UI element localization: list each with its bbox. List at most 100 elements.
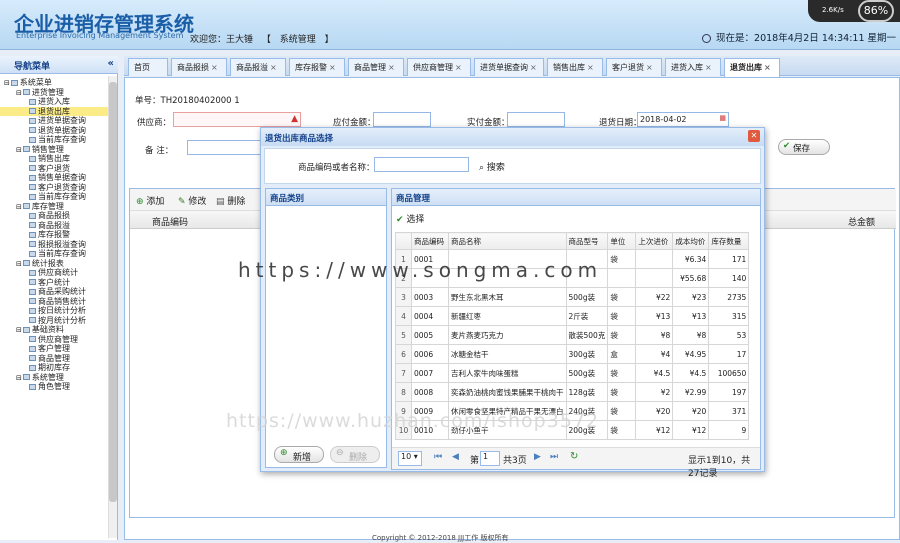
table-row[interactable]: 4 0004 新疆红枣 2斤装袋 ¥13 ¥13 315 xyxy=(395,306,750,326)
sidebar-item[interactable]: 退货单据查询 xyxy=(0,126,112,136)
sidebar-item[interactable]: 当前库存查询 xyxy=(0,135,112,145)
column-header[interactable]: 商品编码 xyxy=(411,232,449,250)
prev-page-icon[interactable]: ◀ xyxy=(452,452,459,462)
sidebar-item[interactable]: 供应商统计 xyxy=(0,268,112,278)
tab[interactable]: 商品管理 × xyxy=(348,58,404,76)
column-header[interactable]: 商品名称 xyxy=(448,232,567,250)
column-header[interactable]: 商品型号 xyxy=(565,232,609,250)
sidebar-item[interactable]: 库存报警 xyxy=(0,230,112,240)
tab[interactable]: 进货入库 × xyxy=(665,58,721,76)
remark-input[interactable] xyxy=(187,140,267,155)
table-row[interactable]: 7 0007 吉利人家牛肉味蛋糕 500g装袋 ¥4.5 ¥4.5 100650 xyxy=(395,363,750,383)
sidebar-item[interactable]: 按日统计分析 xyxy=(0,306,112,316)
column-header[interactable]: 库存数量 xyxy=(708,232,750,250)
sidebar-item[interactable]: 按月统计分析 xyxy=(0,316,112,326)
tab[interactable]: 进货单据查询 × xyxy=(474,58,544,76)
calendar-icon[interactable]: ▦ xyxy=(719,114,726,122)
expand-icon[interactable]: ⊟ xyxy=(16,203,22,211)
sidebar-item[interactable]: 进货入库 xyxy=(0,97,112,107)
date-input[interactable]: 2018-04-02 ▦ xyxy=(637,112,729,127)
sidebar-item[interactable]: ⊟ 基础资料 xyxy=(0,325,112,335)
payable-input[interactable] xyxy=(373,112,431,127)
column-header[interactable]: 上次进价 xyxy=(635,232,674,250)
table-row[interactable]: 5 0005 麦片燕麦巧克力 散装500克袋 ¥8 ¥8 53 xyxy=(395,325,750,345)
save-button[interactable]: ✔ 保存 xyxy=(778,139,830,155)
tab[interactable]: 商品报溢 × xyxy=(230,58,286,76)
sidebar-item[interactable]: ⊟ 进货管理 xyxy=(0,88,112,98)
select-button[interactable]: ✔ 选择 xyxy=(396,212,424,225)
tab-close-icon[interactable]: × xyxy=(211,63,218,72)
sidebar-item[interactable]: 商品报损 xyxy=(0,211,112,221)
sidebar-item[interactable]: 客户退货 xyxy=(0,164,112,174)
table-row[interactable]: 8 0008 奕森奶油桃肉蜜饯果脯果干桃肉干 128g装袋 ¥2 ¥2.99 197 xyxy=(395,382,750,402)
tab-close-icon[interactable]: × xyxy=(587,63,594,72)
sidebar-item[interactable]: 销售出库 xyxy=(0,154,112,164)
first-page-icon[interactable]: ⏮ xyxy=(434,452,442,462)
expand-icon[interactable]: ⊟ xyxy=(16,374,22,382)
new-category-button[interactable]: ⊕ 新增 xyxy=(274,446,324,463)
sidebar-item[interactable]: ⊟ 系统管理 xyxy=(0,373,112,383)
delete-category-button[interactable]: ⊖ 删除 xyxy=(330,446,380,463)
sidebar-item[interactable]: 报损报溢查询 xyxy=(0,240,112,250)
tab[interactable]: 销售出库 × xyxy=(547,58,603,76)
sidebar-item[interactable]: 退货出库 xyxy=(0,106,112,116)
sidebar-item[interactable]: 客户统计 xyxy=(0,278,112,288)
sidebar-item[interactable]: 商品报溢 xyxy=(0,221,112,231)
refresh-icon[interactable]: ↻ xyxy=(570,451,578,462)
tab[interactable]: 退货出库 × xyxy=(724,58,780,77)
tab-close-icon[interactable]: × xyxy=(455,63,462,72)
sidebar-item[interactable]: 销售单据查询 xyxy=(0,173,112,183)
table-row[interactable]: 3 0003 野生东北黑木耳 500g装袋 ¥22 ¥23 2735 xyxy=(395,287,750,307)
last-page-icon[interactable]: ⏭ xyxy=(550,452,558,462)
tab[interactable]: 首页 xyxy=(128,58,168,76)
sidebar-item[interactable]: ⊟ 库存管理 xyxy=(0,202,112,212)
collapse-icon[interactable]: « xyxy=(108,58,114,69)
scrollbar-thumb[interactable] xyxy=(109,82,117,502)
column-header[interactable]: 成本均价 xyxy=(672,232,710,250)
sidebar-item[interactable]: 商品采购统计 xyxy=(0,287,112,297)
tab-close-icon[interactable]: × xyxy=(270,63,277,72)
tab-close-icon[interactable]: × xyxy=(388,63,395,72)
next-page-icon[interactable]: ▶ xyxy=(534,452,541,462)
page-size-select[interactable]: 10 ▾ xyxy=(398,451,422,466)
edit-button[interactable]: ✎ 修改 xyxy=(178,194,206,207)
expand-icon[interactable]: ⊟ xyxy=(16,260,22,268)
close-icon[interactable]: ✕ xyxy=(748,130,760,142)
sidebar-item[interactable]: ⊟ 统计报表 xyxy=(0,259,112,269)
sidebar-item[interactable]: 当前库存查询 xyxy=(0,192,112,202)
tab[interactable]: 客户退货 × xyxy=(606,58,662,76)
tab-close-icon[interactable]: × xyxy=(530,63,537,72)
tab-close-icon[interactable]: × xyxy=(646,63,653,72)
sidebar-item[interactable]: 商品管理 xyxy=(0,354,112,364)
sidebar-item[interactable]: 角色管理 xyxy=(0,382,112,392)
delete-button[interactable]: ▤ 删除 xyxy=(216,194,245,207)
sidebar-item[interactable]: 期初库存 xyxy=(0,363,112,373)
page-input[interactable]: 1 xyxy=(480,451,500,466)
expand-icon[interactable]: ⊟ xyxy=(16,146,22,154)
paid-input[interactable] xyxy=(507,112,565,127)
expand-icon[interactable]: ⊟ xyxy=(4,79,10,87)
tab-close-icon[interactable]: × xyxy=(329,63,336,72)
expand-icon[interactable]: ⊟ xyxy=(16,89,22,97)
sidebar-item[interactable]: 供应商管理 xyxy=(0,335,112,345)
column-header[interactable]: 单位 xyxy=(607,232,637,250)
tab-close-icon[interactable]: × xyxy=(705,63,712,72)
supplier-input[interactable]: ▲ xyxy=(173,112,301,127)
sidebar-item[interactable]: ⊟ 销售管理 xyxy=(0,145,112,155)
tab-close-icon[interactable]: × xyxy=(764,63,771,72)
add-button[interactable]: ⊕ 添加 xyxy=(136,194,164,207)
sidebar-item[interactable]: 当前库存查询 xyxy=(0,249,112,259)
search-button[interactable]: ⌕ 搜索 xyxy=(479,160,505,173)
tab[interactable]: 商品报损 × xyxy=(171,58,227,76)
sidebar-item[interactable]: 客户退货查询 xyxy=(0,183,112,193)
tab[interactable]: 供应商管理 × xyxy=(407,58,471,76)
table-row[interactable]: 6 0006 冰糖金桔干 300g装盒 ¥4 ¥4.95 17 xyxy=(395,344,750,364)
tab[interactable]: 库存报警 × xyxy=(289,58,345,76)
sidebar-item[interactable]: 客户管理 xyxy=(0,344,112,354)
sidebar-item[interactable]: ⊟ 系统菜单 xyxy=(0,78,112,88)
system-admin-link[interactable]: 系统管理 xyxy=(280,35,316,45)
sidebar-item[interactable]: 商品销售统计 xyxy=(0,297,112,307)
sidebar-scrollbar[interactable] xyxy=(108,76,117,538)
sidebar-item[interactable]: 进货单据查询 xyxy=(0,116,112,126)
search-input[interactable] xyxy=(374,157,469,172)
